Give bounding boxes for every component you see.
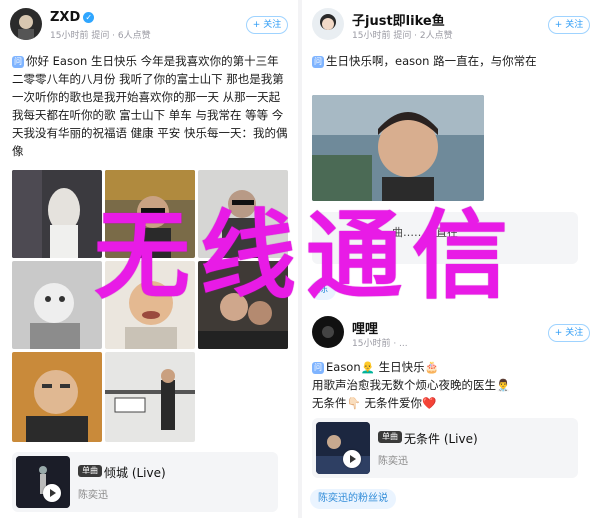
post-meta: 15小时前 提问 · 2人点赞 bbox=[352, 31, 453, 41]
album-cover bbox=[16, 456, 70, 508]
question-tag-icon: 问 bbox=[12, 56, 24, 68]
avatar[interactable] bbox=[312, 8, 344, 40]
music-card[interactable]: 单曲 倾城 (Live) 陈奕迅 bbox=[12, 452, 278, 512]
album-cover bbox=[316, 422, 370, 474]
avatar[interactable] bbox=[312, 316, 344, 348]
quote-text: 曲……一直在 bbox=[392, 226, 458, 239]
question-tag-icon: 问 bbox=[312, 56, 324, 68]
post-photo[interactable] bbox=[12, 261, 102, 349]
artist-name: 陈奕迅 bbox=[378, 456, 408, 467]
post-text: 问 Eason👨‍🦲 生日快乐🎂 用歌声治愈我无数个烦心夜晚的医生👨‍⚕️ 无条件… bbox=[312, 360, 511, 410]
play-icon[interactable] bbox=[43, 484, 61, 502]
username[interactable]: 子just即like鱼 bbox=[352, 10, 445, 29]
song-title: 倾城 (Live) bbox=[104, 466, 166, 480]
single-badge: 单曲 bbox=[78, 465, 102, 477]
music-card[interactable]: 单曲 无条件 (Live) 陈奕迅 bbox=[312, 418, 578, 478]
post-photo[interactable] bbox=[12, 170, 102, 258]
post-meta: 15小时前 · ... bbox=[352, 339, 408, 349]
post-photo[interactable] bbox=[198, 261, 288, 349]
artist-name: 陈奕迅 bbox=[78, 490, 108, 501]
song-title: 无条件 (Live) bbox=[404, 432, 478, 446]
follow-button[interactable]: + 关注 bbox=[246, 16, 288, 34]
post-photo[interactable] bbox=[12, 352, 102, 442]
left-post-header: ZXD ✓ 15小时前 提问 · 6人点赞 + 关注 bbox=[10, 8, 290, 44]
play-icon[interactable] bbox=[343, 450, 361, 468]
follow-button[interactable]: + 关注 bbox=[548, 324, 590, 342]
post-photo[interactable] bbox=[105, 261, 195, 349]
question-tag-icon: 问 bbox=[312, 362, 324, 374]
post-photo[interactable] bbox=[105, 352, 195, 442]
left-post-card: ZXD ✓ 15小时前 提问 · 6人点赞 + 关注 问你好 Eason 生日快乐… bbox=[0, 0, 298, 518]
verified-icon: ✓ bbox=[83, 12, 95, 23]
right-post-header: 子just即like鱼 15小时前 提问 · 2人点赞 + 关注 bbox=[312, 8, 592, 44]
post-meta: 15小时前 提问 · 6人点赞 bbox=[50, 31, 151, 41]
third-post-header: 哩哩 15小时前 · ... + 关注 bbox=[312, 316, 592, 352]
fan-chip[interactable]: 陈奕迅的粉丝说 bbox=[310, 489, 396, 509]
avatar[interactable] bbox=[10, 8, 42, 40]
quote-card[interactable]: 曲……一直在 bbox=[312, 212, 578, 264]
single-badge: 单曲 bbox=[378, 431, 402, 443]
post-photo[interactable] bbox=[105, 170, 195, 258]
fan-chip[interactable]: 陈 bbox=[310, 280, 336, 300]
username[interactable]: ZXD ✓ bbox=[50, 10, 95, 25]
post-photo[interactable] bbox=[312, 95, 484, 201]
post-text: 问生日快乐啊，eason 路一直在，与你常在 bbox=[312, 54, 537, 68]
follow-button[interactable]: + 关注 bbox=[548, 16, 590, 34]
username[interactable]: 哩哩 bbox=[352, 318, 378, 337]
post-photo[interactable] bbox=[198, 170, 288, 258]
right-post-card: 子just即like鱼 15小时前 提问 · 2人点赞 + 关注 问生日快乐啊，… bbox=[302, 0, 600, 518]
post-text: 问你好 Eason 生日快乐 今年是我喜欢你的第十三年 二零零八年的八月份 我听… bbox=[12, 54, 288, 158]
